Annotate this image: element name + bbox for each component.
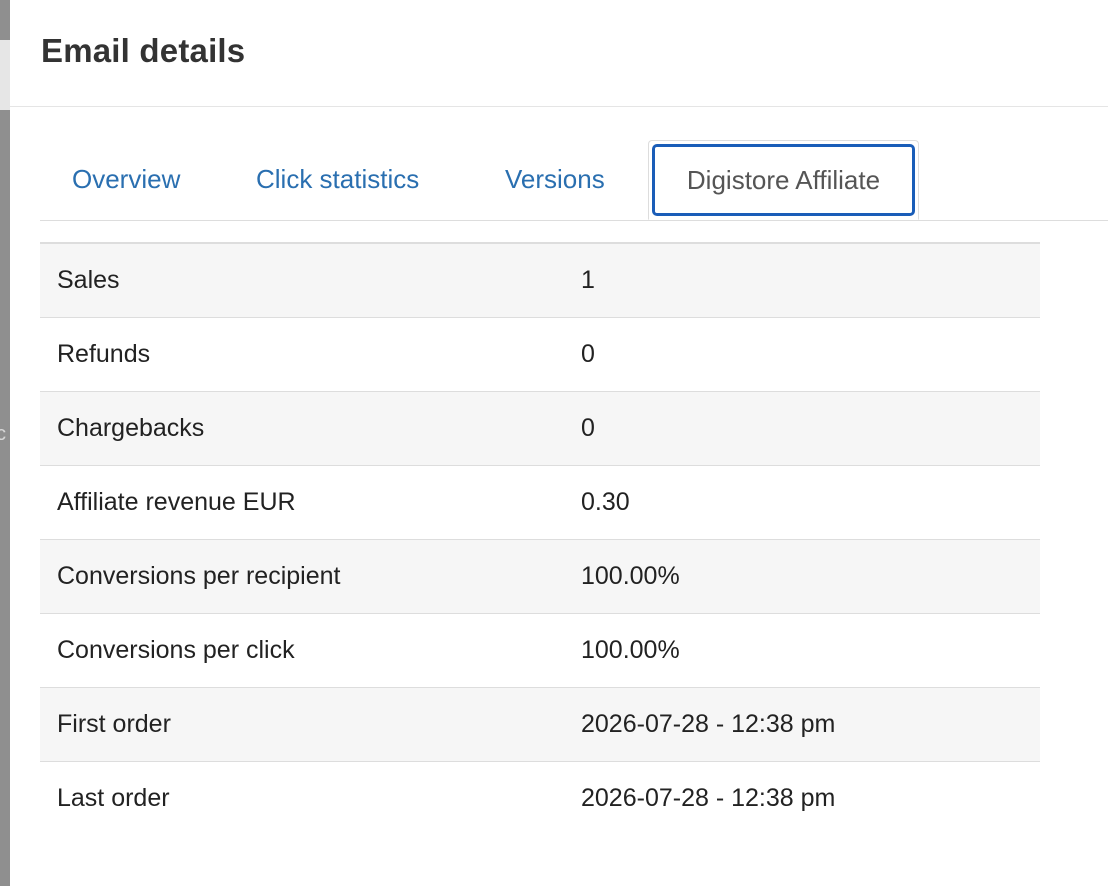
table-row: First order 2026-07-28 - 12:38 pm (40, 687, 1040, 762)
stat-label-conversions-per-click: Conversions per click (40, 613, 560, 688)
table-row: Affiliate revenue EUR 0.30 (40, 465, 1040, 540)
tab-digistore-affiliate[interactable]: Digistore Affiliate (648, 140, 919, 220)
stat-label-chargebacks: Chargebacks (40, 391, 560, 466)
stat-value-affiliate-revenue: 0.30 (560, 465, 1040, 540)
background-text-fragment: c (0, 423, 6, 445)
table-row: Conversions per recipient 100.00% (40, 539, 1040, 614)
modal-title: Email details (41, 32, 246, 69)
stat-label-conversions-per-recipient: Conversions per recipient (40, 539, 560, 614)
tab-bar: Overview Click statistics Versions Digis… (40, 139, 1108, 221)
email-details-modal: Email details Overview Click statistics … (10, 0, 1108, 886)
stat-label-last-order: Last order (57, 784, 170, 812)
tab-digistore-affiliate-label: Digistore Affiliate (652, 144, 915, 216)
stat-value-refunds: 0 (560, 317, 1040, 392)
stat-value-first-order: 2026-07-28 - 12:38 pm (560, 687, 1040, 762)
stat-value-last-order: 2026-07-28 - 12:38 pm (581, 784, 836, 812)
stat-label-refunds: Refunds (40, 317, 560, 392)
table-row: Sales 1 (40, 243, 1040, 318)
stat-value-sales: 1 (560, 243, 1040, 318)
background-window-edge (0, 40, 10, 110)
table-row: Chargebacks 0 (40, 391, 1040, 466)
table-row: Conversions per click 100.00% (40, 613, 1040, 688)
table-row: Last order 2026-07-28 - 12:38 pm (40, 762, 1040, 836)
stat-label-sales: Sales (40, 243, 560, 318)
stat-value-chargebacks: 0 (560, 391, 1040, 466)
stat-label-affiliate-revenue: Affiliate revenue EUR (40, 465, 560, 540)
modal-header: Email details (10, 0, 1108, 107)
stat-value-conversions-per-recipient: 100.00% (560, 539, 1040, 614)
stat-label-first-order: First order (40, 687, 560, 762)
tab-versions[interactable]: Versions (505, 139, 605, 220)
tab-click-statistics[interactable]: Click statistics (256, 139, 419, 220)
tab-overview[interactable]: Overview (72, 139, 180, 220)
table-row: Refunds 0 (40, 317, 1040, 392)
stat-value-conversions-per-click: 100.00% (560, 613, 1040, 688)
affiliate-stats-table: Sales 1 Refunds 0 Chargebacks 0 Affiliat… (40, 242, 1040, 835)
